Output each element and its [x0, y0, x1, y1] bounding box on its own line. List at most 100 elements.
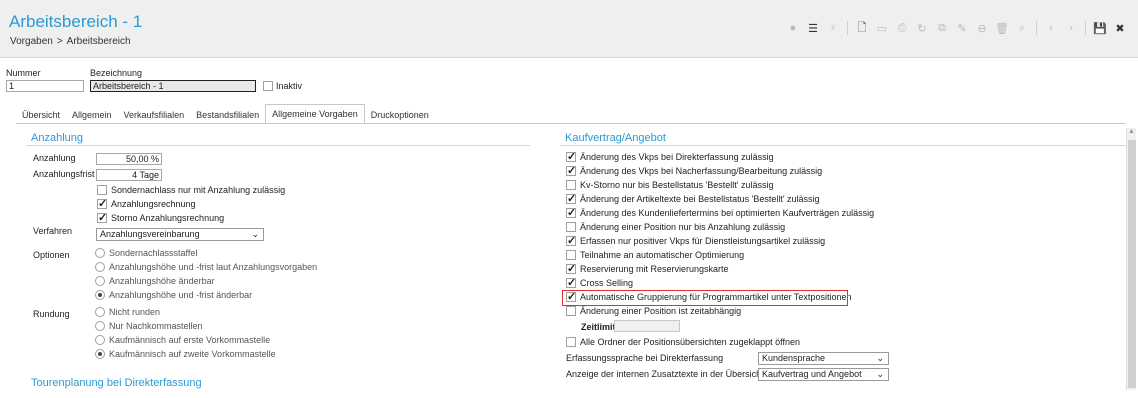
kv-checkbox-7[interactable]	[566, 234, 576, 247]
breadcrumb-separator: >	[56, 36, 63, 47]
tab-bestandsfilialen[interactable]: Bestandsfilialen	[190, 106, 265, 124]
ordner-checkbox[interactable]	[566, 337, 576, 347]
rundung-option-4[interactable]: Kaufmännisch auf zweite Vorkommastelle	[95, 349, 276, 359]
copy-icon[interactable]: ⧉	[932, 18, 952, 38]
rundung-option-3[interactable]: Kaufmännisch auf erste Vorkommastelle	[95, 335, 270, 345]
search-icon[interactable]: ⌕	[1012, 18, 1032, 38]
kv-option-10[interactable]: Cross Selling	[566, 276, 634, 289]
rundung-radio-2[interactable]	[95, 321, 105, 331]
toolbar-separator	[1036, 21, 1037, 35]
kv-option-label: Änderung der Artikeltexte bei Bestellsta…	[580, 194, 820, 204]
rundung-option-1[interactable]: Nicht runden	[95, 307, 160, 317]
bezeichnung-field[interactable]: Arbeitsbereich - 1	[90, 80, 256, 92]
optionen-option-2[interactable]: Anzahlungshöhe und -frist laut Anzahlung…	[95, 262, 317, 272]
kv-checkbox-9[interactable]	[566, 262, 576, 275]
highlight-frame	[562, 290, 848, 306]
kv-option-label: Cross Selling	[580, 278, 634, 288]
rundung-radio-1[interactable]	[95, 307, 105, 317]
optionen-radio-3[interactable]	[95, 276, 105, 286]
rundung-option-2[interactable]: Nur Nachkommastellen	[95, 321, 203, 331]
optionen-option-3[interactable]: Anzahlungshöhe änderbar	[95, 276, 215, 286]
optionen-radio-label: Anzahlungshöhe und -frist laut Anzahlung…	[109, 262, 318, 272]
erfassungssprache-label: Erfassungssprache bei Direkterfassung	[566, 353, 724, 363]
anzahlungsfrist-field[interactable]: 4 Tage	[96, 169, 162, 181]
comment-icon[interactable]: ●	[783, 18, 803, 38]
print-icon[interactable]: ⎙	[892, 18, 912, 38]
tab-uebersicht[interactable]: Übersicht	[16, 106, 66, 124]
kv-checkbox-5[interactable]	[566, 206, 576, 219]
zusatztexte-select[interactable]: Kaufvertrag und Angebot ⌄	[758, 368, 889, 381]
optionen-radio-1[interactable]	[95, 248, 105, 258]
nummer-field[interactable]: 1	[6, 80, 84, 92]
kv-checkbox-6[interactable]	[566, 222, 576, 232]
delete-icon[interactable]: 🗑	[992, 18, 1012, 38]
kv-option-9[interactable]: Reservierung mit Reservierungskarte	[566, 262, 729, 275]
kv-checkbox-2[interactable]	[566, 164, 576, 177]
breadcrumb-item-vorgaben[interactable]: Vorgaben	[10, 36, 53, 47]
kv-option-12[interactable]: Änderung einer Position ist zeitabhängig	[566, 306, 741, 316]
kv-checkbox-8[interactable]	[566, 250, 576, 260]
kv-option-1[interactable]: Änderung des Vkps bei Direkterfassung zu…	[566, 150, 774, 163]
new-document-icon[interactable]: 🗋	[852, 18, 872, 38]
erfassungssprache-select[interactable]: Kundensprache ⌄	[758, 352, 889, 365]
anzahlungsrechnung-option[interactable]: Anzahlungsrechnung	[97, 197, 196, 210]
sondernachlass-checkbox[interactable]	[97, 185, 107, 195]
kv-checkbox-12[interactable]	[566, 306, 576, 316]
anzahlung-field[interactable]: 50,00 %	[96, 153, 162, 165]
rundung-radio-3[interactable]	[95, 335, 105, 345]
inaktiv-label: Inaktiv	[276, 81, 303, 91]
kv-option-2[interactable]: Änderung des Vkps bei Nacherfassung/Bear…	[566, 164, 822, 177]
save-icon[interactable]: 💾	[1090, 18, 1110, 38]
rundung-radio-4[interactable]	[95, 349, 105, 359]
ordner-label: Alle Ordner der Positionsübersichten zug…	[580, 337, 800, 347]
kv-checkbox-3[interactable]	[566, 180, 576, 190]
tab-allgemeine-vorgaben[interactable]: Allgemeine Vorgaben	[265, 104, 365, 124]
kv-checkbox-10[interactable]	[566, 276, 576, 289]
vertical-scrollbar[interactable]: ▲	[1126, 128, 1136, 390]
kv-option-5[interactable]: Änderung des Kundenliefertermins bei opt…	[566, 206, 874, 219]
optionen-option-4[interactable]: Anzahlungshöhe und -frist änderbar	[95, 290, 252, 300]
refresh-icon[interactable]: ↻	[912, 18, 932, 38]
kv-option-3[interactable]: Kv-Storno nur bis Bestellstatus 'Bestell…	[566, 180, 774, 190]
stop-icon[interactable]: ⊖	[972, 18, 992, 38]
optionen-radio-4[interactable]	[95, 290, 105, 300]
rundung-radio-label: Kaufmännisch auf zweite Vorkommastelle	[109, 349, 276, 359]
rundung-radio-label: Kaufmännisch auf erste Vorkommastelle	[109, 335, 271, 345]
tab-divider	[16, 123, 1126, 124]
kv-option-7[interactable]: Erfassen nur positiver Vkps für Dienstle…	[566, 234, 826, 247]
folder-icon[interactable]: ▭	[872, 18, 892, 38]
kv-option-6[interactable]: Änderung einer Position nur bis Anzahlun…	[566, 222, 785, 232]
pin-icon[interactable]: ♀	[823, 18, 843, 38]
breadcrumb-item-arbeitsbereich: Arbeitsbereich	[66, 36, 131, 47]
anzahlungsrechnung-checkbox[interactable]	[97, 197, 107, 210]
zeitlimit-field[interactable]	[614, 320, 680, 332]
kv-option-label: Erfassen nur positiver Vkps für Dienstle…	[580, 236, 826, 246]
attach-icon[interactable]: ✎	[952, 18, 972, 38]
close-icon[interactable]: ✖	[1110, 18, 1130, 38]
scroll-thumb[interactable]	[1128, 140, 1136, 388]
list-icon[interactable]: ☰	[803, 18, 823, 38]
kv-checkbox-1[interactable]	[566, 150, 576, 163]
kv-checkbox-4[interactable]	[566, 192, 576, 205]
tab-allgemein[interactable]: Allgemein	[66, 106, 118, 124]
prev-icon[interactable]: ‹	[1041, 18, 1061, 38]
storno-anzahlungsrechnung-option[interactable]: Storno Anzahlungsrechnung	[97, 211, 224, 224]
next-icon[interactable]: ›	[1061, 18, 1081, 38]
optionen-radio-2[interactable]	[95, 262, 105, 272]
verfahren-value: Anzahlungsvereinbarung	[100, 229, 200, 239]
tab-verkaufsfilialen[interactable]: Verkaufsfilialen	[118, 106, 191, 124]
inaktiv-checkbox[interactable]	[263, 81, 273, 91]
storno-anzahlungsrechnung-checkbox[interactable]	[97, 211, 107, 224]
sondernachlass-label: Sondernachlass nur mit Anzahlung zulässi…	[111, 185, 286, 195]
scroll-up-icon[interactable]: ▲	[1128, 128, 1135, 135]
ordner-option[interactable]: Alle Ordner der Positionsübersichten zug…	[566, 337, 800, 347]
kaufvertrag-section-title: Kaufvertrag/Angebot	[560, 130, 1126, 146]
verfahren-select[interactable]: Anzahlungsvereinbarung ⌄	[96, 228, 264, 241]
kv-option-8[interactable]: Teilnahme an automatischer Optimierung	[566, 250, 744, 260]
optionen-option-1[interactable]: Sondernachlassstaffel	[95, 248, 197, 258]
tab-druckoptionen[interactable]: Druckoptionen	[365, 106, 435, 124]
kv-option-4[interactable]: Änderung der Artikeltexte bei Bestellsta…	[566, 192, 820, 205]
anzahlung-label: Anzahlung	[33, 153, 76, 163]
sondernachlass-option[interactable]: Sondernachlass nur mit Anzahlung zulässi…	[97, 185, 285, 195]
kv-option-label: Änderung einer Position ist zeitabhängig	[580, 306, 742, 316]
